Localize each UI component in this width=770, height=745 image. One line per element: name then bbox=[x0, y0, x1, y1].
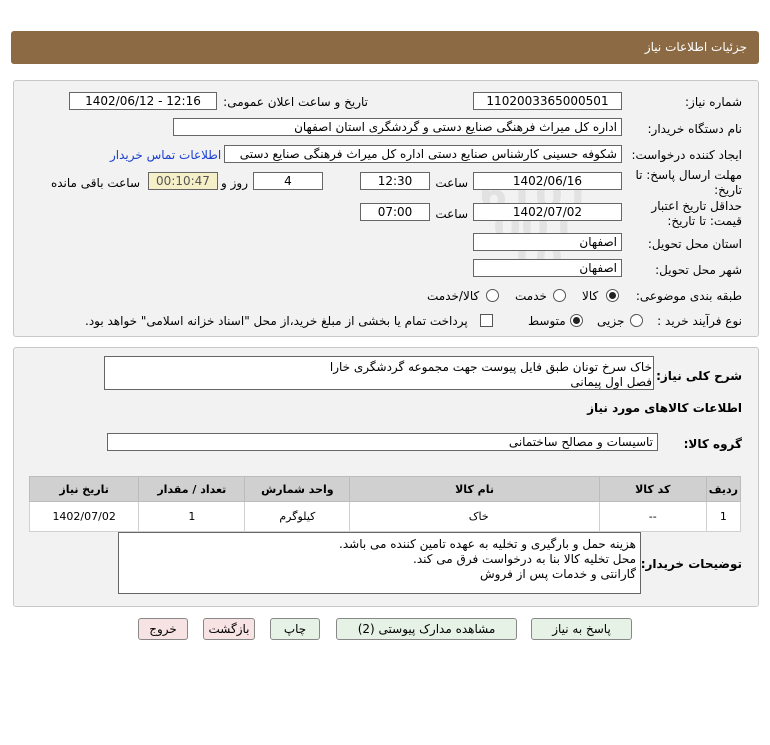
remaining-time-label: ساعت باقی مانده bbox=[50, 176, 140, 190]
page-header: جزئیات اطلاعات نیاز bbox=[11, 31, 759, 64]
goods-group-field: تاسیسات و مصالح ساختمانی bbox=[107, 433, 658, 451]
deadline-date-field: 1402/06/16 bbox=[473, 172, 622, 190]
delivery-province-label: استان محل تحویل: bbox=[647, 237, 742, 251]
buyer-notes-label: توضیحات خریدار: bbox=[640, 557, 742, 571]
deadline-days-field: 4 bbox=[253, 172, 323, 190]
cell-code: -- bbox=[598, 501, 707, 532]
requester-field: شکوفه حسینی کارشناس صنایع دستی اداره کل … bbox=[224, 145, 622, 163]
validity-time-field: 07:00 bbox=[360, 203, 430, 221]
validity-time-label: ساعت bbox=[435, 207, 468, 221]
announce-datetime-field: 1402/06/12 - 12:16 bbox=[69, 92, 217, 110]
purchase-type-option-minor: جزیی bbox=[597, 314, 625, 328]
deadline-label: مهلت ارسال پاسخ: تا تاریخ: bbox=[635, 168, 742, 197]
remaining-time-field: 00:10:47 bbox=[148, 172, 218, 190]
purchase-type-radio-minor[interactable] bbox=[630, 314, 643, 327]
category-option-goods: کالا bbox=[582, 289, 599, 303]
cell-unit: کیلوگرم bbox=[244, 501, 351, 532]
buyer-notes-line3: گارانتی و خدمات پس از فروش bbox=[480, 567, 636, 581]
summary-line2: فصل اول پیمانی bbox=[570, 375, 652, 389]
attachments-button[interactable]: مشاهده مدارک پیوستی (2) bbox=[336, 618, 517, 640]
buyer-notes-line2: محل تخلیه کالا بنا به درخواست فرق می کند… bbox=[413, 552, 636, 566]
purchase-type-label: نوع فرآیند خرید : bbox=[657, 314, 742, 328]
back-button[interactable]: بازگشت bbox=[203, 618, 255, 640]
summary-line1: خاک سرخ تونان طبق فایل پیوست جهت مجموعه … bbox=[329, 360, 652, 374]
buyer-org-field: اداره کل میراث فرهنگی صنایع دستی و گردشگ… bbox=[173, 118, 622, 136]
goods-table: ردیف کد کالا نام کالا واحد شمارش تعداد /… bbox=[28, 476, 742, 532]
col-name-header: نام کالا bbox=[349, 476, 600, 502]
goods-section-title: اطلاعات کالاهای مورد نیاز bbox=[587, 401, 742, 415]
category-radio-service[interactable] bbox=[553, 289, 566, 302]
deadline-days-label: روز و bbox=[221, 176, 248, 190]
treasury-payment-note: پرداخت تمام یا بخشی از مبلغ خرید،از محل … bbox=[85, 314, 468, 328]
delivery-city-field: اصفهان bbox=[473, 259, 622, 277]
deadline-time-label: ساعت bbox=[435, 176, 468, 190]
cell-qty: 1 bbox=[138, 501, 246, 532]
exit-button[interactable]: خروج bbox=[138, 618, 188, 640]
cell-name: خاک bbox=[349, 501, 600, 532]
announce-datetime-label: تاریخ و ساعت اعلان عمومی: bbox=[223, 95, 368, 109]
purchase-type-radio-medium[interactable] bbox=[570, 314, 583, 327]
category-label: طبقه بندی موضوعی: bbox=[635, 289, 742, 303]
treasury-payment-checkbox[interactable] bbox=[480, 314, 493, 327]
cell-row: 1 bbox=[705, 501, 742, 532]
print-button[interactable]: چاپ bbox=[270, 618, 320, 640]
requester-label: ایجاد کننده درخواست: bbox=[631, 148, 742, 162]
delivery-province-field: اصفهان bbox=[473, 233, 622, 251]
need-number-field: 1102003365000501 bbox=[473, 92, 622, 110]
goods-table-header: ردیف کد کالا نام کالا واحد شمارش تعداد /… bbox=[28, 476, 742, 502]
table-row: 1 -- خاک کیلوگرم 1 1402/07/02 bbox=[28, 501, 742, 532]
buyer-org-label: نام دستگاه خریدار: bbox=[647, 122, 743, 136]
col-unit-header: واحد شمارش bbox=[244, 476, 351, 502]
category-radio-goods-service[interactable] bbox=[486, 289, 499, 302]
col-date-header: تاریخ نیاز bbox=[28, 476, 140, 502]
need-number-label: شماره نیاز: bbox=[685, 95, 742, 109]
deadline-time-field: 12:30 bbox=[360, 172, 430, 190]
col-row-header: ردیف bbox=[705, 476, 742, 502]
col-qty-header: تعداد / مقدار bbox=[138, 476, 246, 502]
goods-group-label: گروه کالا: bbox=[683, 437, 742, 451]
col-code-header: کد کالا bbox=[598, 476, 707, 502]
reply-button[interactable]: پاسخ به نیاز bbox=[531, 618, 632, 640]
page-title: جزئیات اطلاعات نیاز bbox=[644, 40, 747, 54]
purchase-type-option-medium: متوسط bbox=[528, 314, 566, 328]
category-option-goods-service: کالا/خدمت bbox=[427, 289, 480, 303]
category-radio-goods[interactable] bbox=[606, 289, 619, 302]
validity-date-field: 1402/07/02 bbox=[473, 203, 622, 221]
category-option-service: خدمت bbox=[515, 289, 547, 303]
buyer-notes-line1: هزینه حمل و بارگیری و تخلیه به عهده تامی… bbox=[339, 537, 636, 551]
delivery-city-label: شهر محل تحویل: bbox=[655, 263, 742, 277]
buyer-contact-link[interactable]: اطلاعات تماس خریدار bbox=[110, 148, 221, 162]
cell-date: 1402/07/02 bbox=[28, 501, 140, 532]
validity-label: حداقل تاریخ اعتبار قیمت: تا تاریخ: bbox=[651, 199, 742, 228]
summary-label: شرح کلی نیاز: bbox=[656, 369, 742, 383]
